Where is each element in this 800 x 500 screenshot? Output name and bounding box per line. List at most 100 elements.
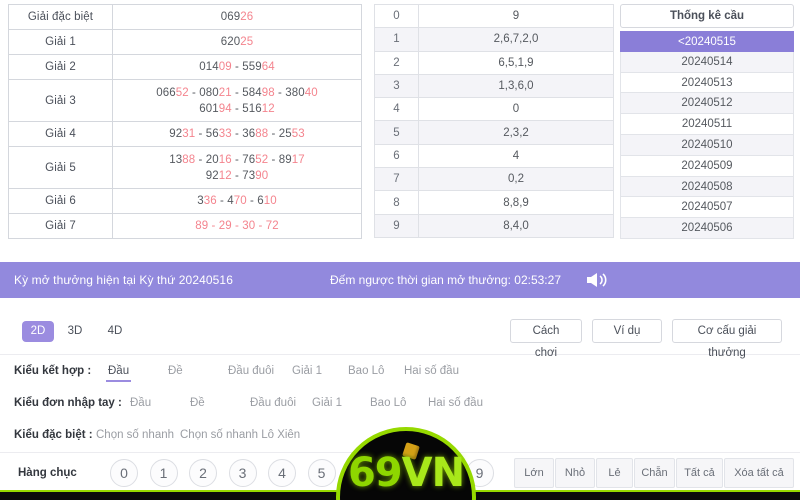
number-segment: 88 (255, 128, 269, 140)
table-row: 1 2,6,7,2,0 (374, 27, 614, 52)
filter-button-5[interactable]: Tất cả (676, 458, 723, 488)
table-row: 9 8,4,0 (374, 213, 614, 238)
number-segment: 12 (218, 169, 232, 182)
number-segment: - (231, 128, 243, 140)
number-ball-4[interactable]: 4 (268, 459, 296, 487)
number-segment: 26 (240, 11, 254, 23)
table-row: Giải 4 9231 - 5633 - 3688 - 2553 (8, 121, 362, 147)
stats-list-item[interactable]: 20240511 (620, 114, 794, 135)
digit-key: 1 (374, 27, 419, 52)
bet-option[interactable]: Đầu đuôi (250, 390, 296, 416)
number-segment: 21 (218, 86, 232, 99)
digit-values: 2,3,2 (418, 120, 614, 145)
number-ball-0[interactable]: 0 (110, 459, 138, 487)
bet-option[interactable]: Chọn số nhanh Lô Xiên (180, 422, 300, 448)
bet-option[interactable]: Đầu (105, 358, 132, 384)
stats-list-item[interactable]: 20240514 (620, 51, 794, 73)
table-row: 8 8,8,9 (374, 190, 614, 215)
filter-button-3[interactable]: Lẻ (596, 458, 633, 488)
number-segment: 09 (218, 61, 232, 73)
prize-numbers: 1388 - 2016 - 7652 - 8917 9212 - 7390 (112, 146, 362, 189)
number-segment: 30 (242, 220, 256, 232)
tab-2d[interactable]: 2D (22, 321, 54, 342)
number-segment: 53 (291, 128, 305, 140)
table-row: Giải 6 336 - 470 - 610 (8, 188, 362, 214)
bet-option[interactable]: Đầu (130, 390, 151, 416)
bet-option-row-label: Kiểu kết hợp : (14, 365, 92, 377)
bet-option[interactable]: Đề (168, 358, 183, 384)
bet-option[interactable]: Bao Lô (348, 358, 384, 384)
digit-key: 8 (374, 190, 419, 215)
help-button-2[interactable]: Ví dụ (592, 319, 662, 343)
bet-option[interactable]: Đầu đuôi (228, 358, 274, 384)
bet-option[interactable]: Giải 1 (292, 358, 322, 384)
number-segment: 36 (242, 128, 256, 140)
number-segment: - (216, 195, 228, 207)
table-row: Giải 3 06652 - 08021 - 58498 - 38040 60194… (8, 79, 362, 122)
number-ball-5[interactable]: 5 (307, 459, 336, 487)
speaker-icon[interactable] (585, 271, 611, 289)
number-segment: - (255, 220, 266, 232)
digit-key: 3 (374, 73, 419, 99)
digit-key: 2 (374, 50, 419, 75)
prize-numbers: 336 - 470 - 610 (112, 188, 362, 214)
stats-list-item[interactable]: <20240515 (620, 31, 794, 52)
number-segment: 601 (199, 102, 219, 115)
stats-list-item[interactable]: 20240508 (620, 176, 794, 198)
bet-option[interactable]: Đề (190, 390, 205, 416)
stats-list-item[interactable]: 20240509 (620, 155, 794, 177)
digit-key: 0 (374, 3, 419, 29)
logo-text-part2: VN (401, 450, 465, 496)
prize-label: Giải 6 (8, 188, 113, 214)
digit-values: 2,6,7,2,0 (418, 27, 614, 52)
number-segment: 98 (261, 86, 275, 99)
number-segment: 17 (291, 153, 305, 166)
number-segment: - (231, 153, 243, 166)
filter-button-4[interactable]: Chẵn (634, 458, 675, 488)
number-segment: 64 (261, 61, 275, 73)
digit-values: 4 (418, 143, 614, 169)
filter-button-6[interactable]: Xóa tất cả (724, 458, 794, 488)
bet-option[interactable]: Bao Lô (370, 390, 406, 416)
number-segment: 20 (205, 153, 219, 166)
help-button-3[interactable]: Cơ cấu giải thưởng (672, 319, 782, 359)
bet-option[interactable]: Hai số đầu (404, 358, 459, 384)
number-segment: 73 (242, 169, 256, 182)
digit-frequency-table: 0 9 1 2,6,7,2,0 2 6,5,1,9 3 1,3,6,0 4 0 5 2,3,2 6 4 7 0… (374, 3, 614, 238)
number-segment: 13 (169, 153, 183, 166)
filter-button-2[interactable]: Nhỏ (555, 458, 595, 488)
stats-list-item[interactable]: 20240506 (620, 218, 794, 239)
stats-list-item[interactable]: 20240512 (620, 93, 794, 115)
number-group-label: Hàng chục (18, 467, 77, 479)
number-segment: 584 (242, 86, 262, 99)
table-row: 2 6,5,1,9 (374, 50, 614, 75)
filter-button-1[interactable]: Lớn (514, 458, 554, 488)
number-ball-1[interactable]: 1 (149, 459, 178, 487)
number-ball-3[interactable]: 3 (228, 459, 257, 487)
help-button-1[interactable]: Cách chơi (510, 319, 582, 359)
digit-key: 7 (374, 167, 419, 192)
number-segment: 29 (218, 220, 232, 232)
table-row: 3 1,3,6,0 (374, 73, 614, 99)
number-segment: 90 (255, 169, 269, 182)
prize-numbers: 06926 (112, 4, 362, 30)
prize-number-line: 9212 - 7390 (115, 168, 359, 184)
prize-numbers: 06652 - 08021 - 58498 - 38040 60194 - 516… (112, 79, 362, 122)
tab-4d[interactable]: 4D (100, 321, 130, 342)
logo-text-part1: 69 (347, 450, 403, 496)
prize-number-line: 62025 (115, 34, 359, 50)
prize-label: Giải 2 (8, 54, 113, 80)
number-segment: 25 (240, 36, 254, 48)
table-row: Giải 5 1388 - 2016 - 7652 - 8917 9212 - 73… (8, 146, 362, 189)
stats-list-item[interactable]: 20240510 (620, 134, 794, 156)
number-ball-2[interactable]: 2 (189, 459, 217, 487)
tab-3d[interactable]: 3D (60, 321, 90, 342)
stats-list-item[interactable]: 20240507 (620, 197, 794, 219)
bet-option[interactable]: Chọn số nhanh (96, 422, 174, 448)
prize-label: Giải 5 (8, 146, 113, 189)
prize-numbers: 01409 - 55964 (112, 54, 362, 80)
bet-option[interactable]: Hai số đầu (428, 390, 483, 416)
bet-option[interactable]: Giải 1 (312, 390, 342, 416)
stats-list-item[interactable]: 20240513 (620, 72, 794, 94)
bet-option-row-label: Kiểu đơn nhập tay : (14, 397, 122, 409)
